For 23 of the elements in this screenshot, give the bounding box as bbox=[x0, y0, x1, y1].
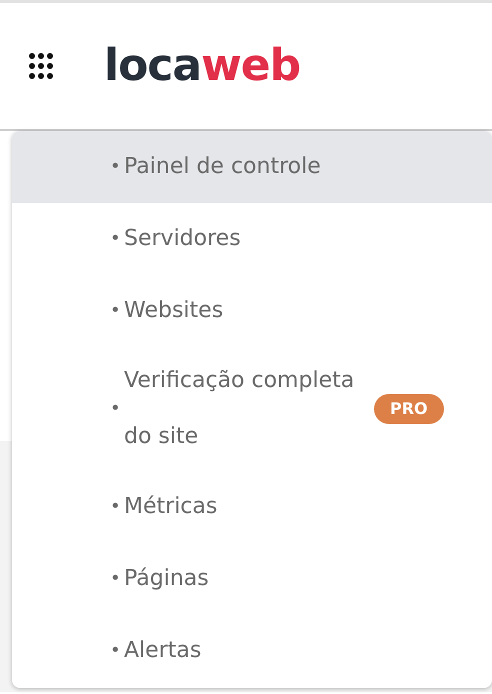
menu-item[interactable]: • Verificação completa do site PRO bbox=[12, 347, 492, 471]
menu-item[interactable]: •Alertas bbox=[12, 615, 492, 687]
menu-item-label: Verificação completa do site bbox=[124, 367, 356, 451]
menu-item-label: Páginas bbox=[124, 565, 210, 593]
menu-item-label: Servidores bbox=[124, 225, 242, 253]
bullet: • bbox=[110, 495, 122, 519]
menu-item[interactable]: •Websites bbox=[12, 275, 492, 347]
bullet: • bbox=[110, 639, 122, 663]
menu-item[interactable]: •Painel de controle bbox=[12, 131, 492, 203]
menu-item[interactable]: •Métricas bbox=[12, 471, 492, 543]
menu-item-label: Painel de controle bbox=[124, 153, 322, 181]
logo[interactable]: locaweb bbox=[104, 44, 300, 88]
bullet: • bbox=[110, 155, 122, 179]
menu-item-label: Alertas bbox=[124, 637, 202, 665]
menu-item[interactable]: •Servidores bbox=[12, 203, 492, 275]
bullet: • bbox=[110, 567, 122, 591]
menu-item[interactable]: •Páginas bbox=[12, 543, 492, 615]
menu-item-label: Websites bbox=[124, 297, 224, 325]
bullet: • bbox=[110, 227, 122, 251]
menu-item-label: Métricas bbox=[124, 493, 218, 521]
pro-badge: PRO bbox=[374, 394, 444, 424]
bullet: • bbox=[110, 397, 122, 421]
bullet: • bbox=[110, 299, 122, 323]
